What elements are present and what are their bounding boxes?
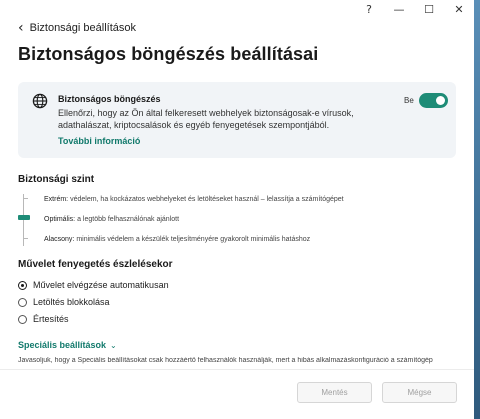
security-level-title: Biztonsági szint [18, 174, 95, 185]
radio-button[interactable] [18, 297, 27, 307]
page-title: Biztonságos böngészés beállításai [18, 44, 319, 64]
footer-bar: Mentés Mégse [0, 369, 474, 419]
radio-label: Művelet elvégzése automatikusan [33, 280, 169, 290]
save-button[interactable]: Mentés [297, 382, 372, 403]
back-link[interactable]: ‹ Biztonsági beállítások [18, 21, 136, 35]
settings-window: ? — ☐ ✕ ‹ Biztonsági beállítások Biztons… [0, 0, 474, 419]
radio-option-block-download[interactable]: Letöltés blokkolása [18, 297, 110, 307]
level-name: Optimális: [44, 216, 76, 223]
slider-tick [23, 238, 28, 239]
cancel-button[interactable]: Mégse [382, 382, 457, 403]
radio-button[interactable] [18, 280, 27, 290]
card-description: Ellenőrzi, hogy az Ön által felkeresett … [58, 108, 354, 130]
security-level-slider-thumb[interactable] [18, 215, 30, 220]
toggle-state-label: Be [404, 96, 414, 105]
level-name: Extrém: [44, 196, 69, 203]
radio-label: Értesítés [33, 314, 69, 324]
globe-icon [32, 93, 48, 109]
special-settings-toggle[interactable]: Speciális beállítások ⌄ [18, 340, 117, 350]
desktop-edge-strip [474, 0, 480, 419]
radio-button[interactable] [18, 314, 27, 324]
more-info-link[interactable]: További információ [58, 136, 140, 146]
safe-browsing-toggle[interactable] [419, 93, 448, 108]
level-extreme[interactable]: Extrém: védelem, ha kockázatos webhelyek… [44, 196, 344, 203]
radio-option-auto-action[interactable]: Művelet elvégzése automatikusan [18, 280, 169, 290]
radio-label: Letöltés blokkolása [33, 297, 110, 307]
help-icon[interactable]: ? [354, 0, 384, 18]
slider-tick [23, 198, 28, 199]
maximize-icon[interactable]: ☐ [414, 0, 444, 18]
close-icon[interactable]: ✕ [444, 0, 474, 18]
chevron-left-icon: ‹ [18, 20, 24, 36]
special-settings-description: Javasoljuk, hogy a Speciális beállítások… [18, 357, 433, 364]
safe-browsing-card: Biztonságos böngészés Ellenőrzi, hogy az… [18, 82, 456, 158]
chevron-down-icon: ⌄ [110, 340, 117, 350]
action-detection-title: Művelet fenyegetés észlelésekor [18, 259, 173, 270]
level-desc: védelem, ha kockázatos webhelyeket és le… [70, 196, 344, 203]
level-name: Alacsony: [44, 236, 75, 243]
back-link-label: Biztonsági beállítások [29, 22, 137, 34]
level-desc: a legtöbb felhasználónak ajánlott [77, 216, 180, 223]
toggle-knob [436, 96, 445, 105]
level-low[interactable]: Alacsony: minimális védelem a készülék t… [44, 236, 310, 243]
level-desc: minimális védelem a készülék teljesítmén… [76, 236, 311, 243]
radio-option-notify[interactable]: Értesítés [18, 314, 69, 324]
special-settings-label: Speciális beállítások [18, 340, 107, 350]
card-title: Biztonságos böngészés [58, 94, 161, 104]
level-optimal[interactable]: Optimális: a legtöbb felhasználónak aján… [44, 216, 179, 223]
window-controls: ? — ☐ ✕ [354, 0, 474, 18]
minimize-icon[interactable]: — [384, 0, 414, 18]
